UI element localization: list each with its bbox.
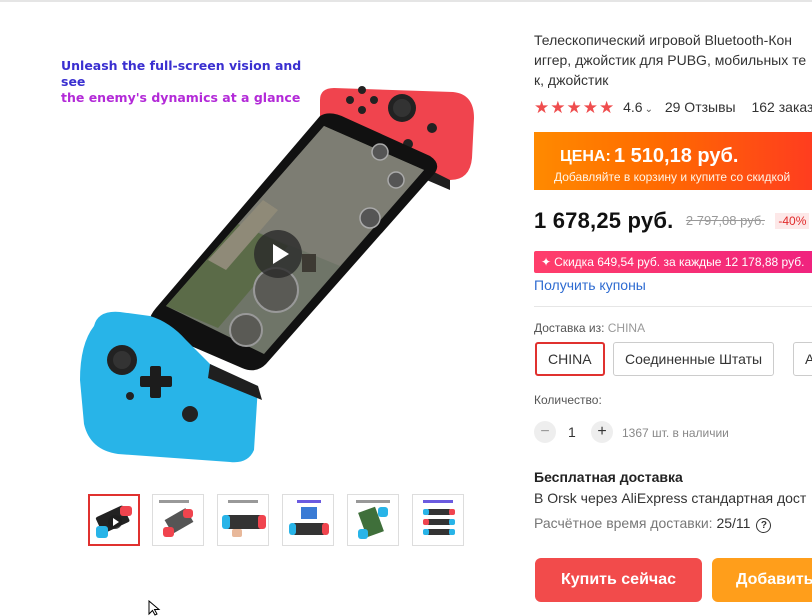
help-icon[interactable]: ? — [756, 518, 772, 533]
ship-option-usa[interactable]: Соединенные Штаты — [613, 342, 775, 376]
promo-caption: Unleash the full-screen vision and see t… — [61, 58, 311, 106]
rating-stars-icon: ★★★★★ — [534, 98, 616, 117]
store-discount-text: Скидка 649,54 руб. за каждые 12 178,88 р… — [554, 255, 805, 269]
thumbnail-2[interactable] — [152, 494, 204, 546]
thumbnail-image — [423, 500, 455, 535]
thumbnail-image — [356, 500, 390, 539]
chevron-down-icon[interactable]: ⌄ — [645, 104, 653, 115]
product-title-line: к, джойстик — [534, 72, 609, 88]
quantity-minus-button[interactable]: − — [534, 421, 556, 443]
ship-option-more[interactable]: A — [793, 342, 812, 376]
current-price: 1 678,25 руб. — [534, 208, 674, 233]
sparkle-icon: ✦ — [541, 255, 552, 269]
discount-badge: -40% — [775, 213, 810, 229]
promo-caption-line1: Unleash the full-screen vision and see — [61, 58, 302, 89]
quantity-value[interactable]: 1 — [568, 424, 576, 440]
product-title-line: иггер, джойстик для PUBG, мобильных те — [534, 52, 807, 68]
thumbnail-image — [222, 500, 266, 537]
mouse-cursor-icon — [148, 600, 161, 616]
delivery-time-label: Расчётное время доставки: — [534, 515, 713, 531]
banner-price-label: ЦЕНА: — [560, 148, 611, 165]
price-banner: ЦЕНА: 1 510,18 руб. Добавляйте в корзину… — [534, 132, 812, 190]
quantity-plus-button[interactable]: + — [591, 421, 613, 443]
ship-from-value: CHINA — [607, 321, 646, 335]
thumbnail-strip — [88, 494, 468, 550]
thumbnail-1[interactable] — [88, 494, 140, 546]
orders-count: 162 заказ — [751, 99, 812, 115]
ship-option-china[interactable]: CHINA — [535, 342, 605, 376]
divider — [534, 306, 812, 307]
quantity-stepper: − 1 + 1367 шт. в наличии — [534, 421, 812, 445]
product-title-line: Телескопический игровой Bluetooth-Кон — [534, 32, 793, 48]
store-discount-bar[interactable]: ✦ Скидка 649,54 руб. за каждые 12 178,88 … — [534, 251, 812, 273]
product-title: Телескопический игровой Bluetooth-Кон иг… — [534, 30, 812, 90]
video-play-button[interactable] — [254, 230, 302, 278]
thumbnail-6[interactable] — [412, 494, 464, 546]
quantity-label: Количество: — [534, 393, 602, 407]
shipping-route: В Orsk через AliExpress стандартная дост — [534, 490, 807, 506]
stock-count: 1367 шт. в наличии — [622, 426, 729, 440]
banner-subtitle: Добавляйте в корзину и купите со скидкой — [554, 170, 791, 184]
rating-value[interactable]: 4.6 — [623, 99, 642, 115]
promo-caption-line2: the enemy's dynamics at a glance — [61, 90, 301, 105]
thumbnail-5[interactable] — [347, 494, 399, 546]
banner-price-value: 1 510,18 руб. — [614, 145, 739, 167]
thumbnail-image — [159, 500, 194, 537]
ship-from-label: Доставка из: CHINA — [534, 321, 645, 335]
reviews-link[interactable]: 29 Отзывы — [665, 99, 736, 115]
thumbnail-3[interactable] — [217, 494, 269, 546]
rating-row: ★★★★★ 4.6 ⌄ 29 Отзывы 162 заказ — [534, 98, 812, 118]
add-to-cart-button[interactable]: Добавить — [712, 558, 812, 602]
buy-now-button[interactable]: Купить сейчас — [535, 558, 702, 602]
delivery-time-value: 25/11 — [716, 515, 751, 531]
thumbnail-4[interactable] — [282, 494, 334, 546]
thumbnail-image — [289, 500, 329, 535]
top-border — [0, 0, 812, 2]
ship-from-label-text: Доставка из: — [534, 321, 605, 335]
old-price: 2 797,08 руб. — [685, 213, 765, 228]
price-row: 1 678,25 руб. 2 797,08 руб. -40% — [534, 208, 812, 240]
free-shipping-title: Бесплатная доставка — [534, 469, 683, 485]
product-main-image[interactable]: Unleash the full-screen vision and see t… — [58, 40, 498, 480]
delivery-time: Расчётное время доставки: 25/11? — [534, 515, 812, 533]
thumbnail-image — [95, 505, 132, 538]
get-coupons-link[interactable]: Получить купоны — [534, 277, 646, 293]
